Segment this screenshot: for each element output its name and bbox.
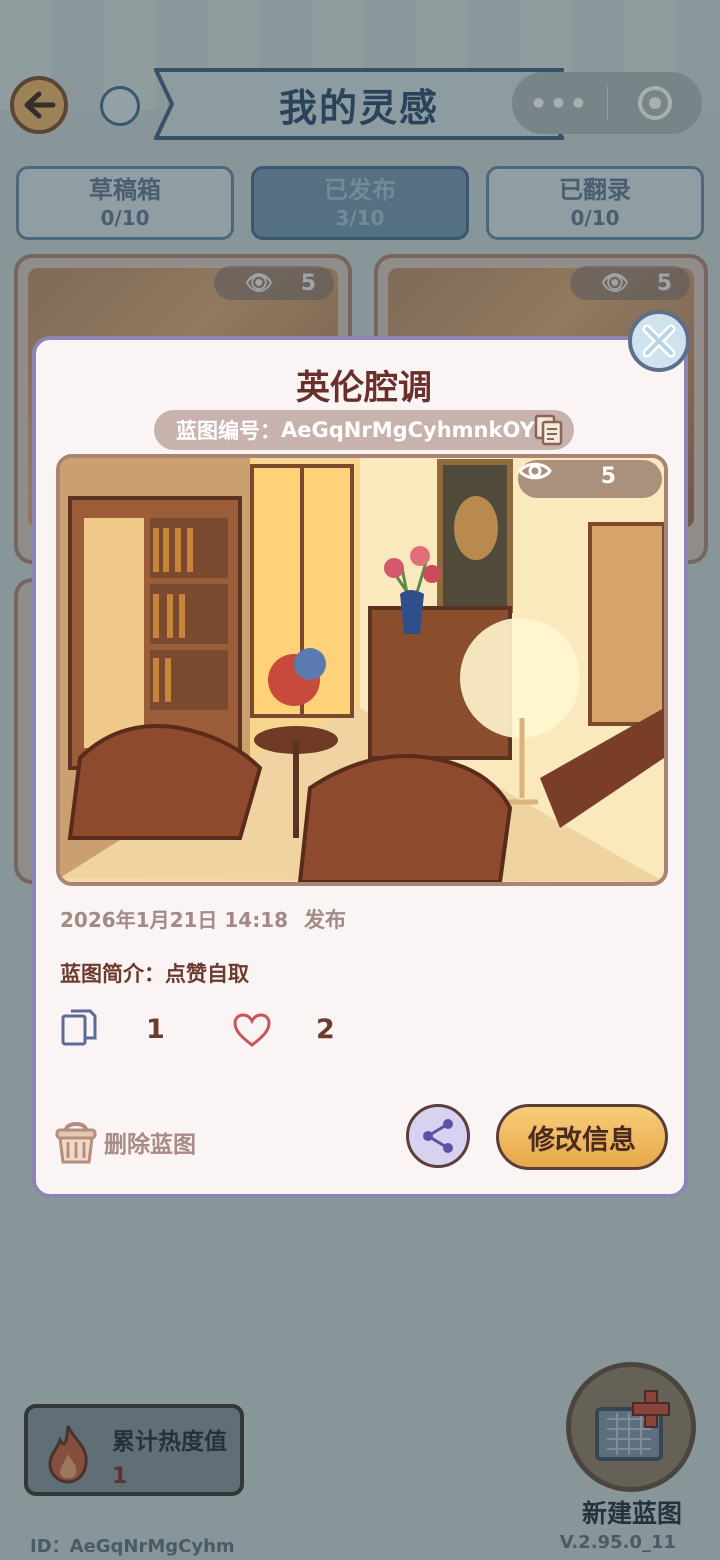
- room-illustration: [60, 458, 664, 882]
- delete-label: 删除蓝图: [104, 1132, 196, 1158]
- close-icon: [642, 324, 676, 358]
- copies-icon: [61, 1009, 97, 1046]
- close-modal-button[interactable]: [628, 310, 690, 372]
- share-button[interactable]: [406, 1104, 470, 1168]
- intro-text: 点赞自取: [165, 962, 249, 986]
- likes-count: 2: [316, 1014, 335, 1045]
- blueprint-detail-modal: 英伦腔调 蓝图编号： AeGqNrMgCyhmnkOY 5 2026年1月21日…: [32, 336, 688, 1198]
- delete-blueprint-button[interactable]: 删除蓝图: [54, 1118, 196, 1166]
- blueprint-preview-image: 5: [56, 454, 668, 886]
- preview-views-count: 5: [600, 464, 616, 489]
- blueprint-code-pill: 蓝图编号： AeGqNrMgCyhmnkOY: [154, 410, 574, 450]
- copies-count: 1: [146, 1014, 165, 1045]
- edit-info-button[interactable]: 修改信息: [496, 1104, 668, 1170]
- publish-date: 2026年1月21日 14:18: [60, 908, 289, 932]
- publish-label: 发布: [304, 908, 346, 932]
- blueprint-code-label: 蓝图编号：: [176, 419, 281, 443]
- copy-code-icon[interactable]: [534, 414, 564, 446]
- trash-basket-icon: [55, 1122, 97, 1164]
- preview-views-badge: 5: [518, 460, 662, 498]
- eye-icon: [518, 462, 552, 480]
- blueprint-intro: 蓝图简介：点赞自取: [60, 958, 249, 988]
- blueprint-code-value: AeGqNrMgCyhmnkOY: [281, 418, 535, 442]
- blueprint-title: 英伦腔调: [296, 368, 432, 408]
- heart-icon[interactable]: [232, 1012, 272, 1048]
- share-icon: [423, 1119, 453, 1153]
- intro-label: 蓝图简介：: [60, 962, 165, 986]
